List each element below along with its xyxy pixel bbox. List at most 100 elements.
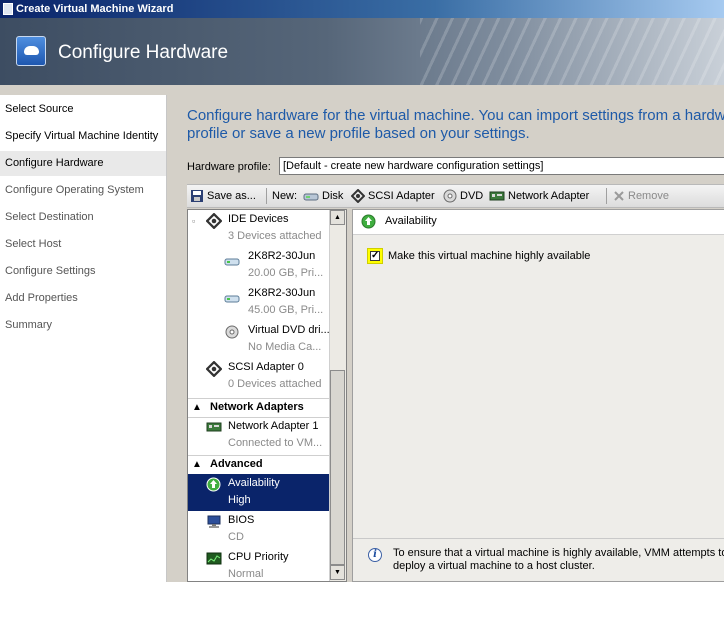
new-network-adapter-button[interactable]: Network Adapter xyxy=(489,185,589,207)
cpu-priority-sub: Normal xyxy=(228,568,264,580)
tree-item-availability[interactable]: Availability High xyxy=(188,474,331,511)
dvd-label: DVD xyxy=(460,190,484,202)
disk-icon xyxy=(303,193,319,201)
info-text: To ensure that a virtual machine is high… xyxy=(393,547,724,572)
window-title: Create Virtual Machine Wizard xyxy=(16,3,174,15)
new-disk-button[interactable]: Disk xyxy=(303,185,343,207)
collapse-icon[interactable]: ▫ xyxy=(192,216,195,226)
main-content: Configure hardware for the virtual machi… xyxy=(167,95,724,582)
ide-controller-icon xyxy=(206,213,222,229)
tree-item-scsi-adapter[interactable]: SCSI Adapter 0 0 Devices attached xyxy=(188,358,331,395)
availability-icon xyxy=(361,214,376,229)
new-scsi-adapter-button[interactable]: SCSI Adapter xyxy=(351,185,435,207)
ide-devices-sub: 3 Devices attached xyxy=(228,230,322,242)
hardware-toolbar: Save as... New: Disk SCSI Adapter DVD Ne… xyxy=(187,184,724,208)
advanced-header[interactable]: ▲ Advanced xyxy=(188,455,331,475)
dvd-sub: No Media Ca... xyxy=(248,341,322,353)
instructions-text: Configure hardware for the virtual machi… xyxy=(187,107,724,143)
disk-2-sub: 45.00 GB, Pri... xyxy=(248,304,324,316)
wizard-header: Configure Hardware xyxy=(0,18,724,85)
network-adapter-1-sub: Connected to VM... xyxy=(228,437,323,449)
step-select-host[interactable]: Select Host xyxy=(0,232,166,257)
network-adapter-icon xyxy=(206,422,222,432)
network-adapter-1-title: Network Adapter 1 xyxy=(228,420,319,432)
toolbar-separator xyxy=(266,188,267,204)
info-box: i To ensure that a virtual machine is hi… xyxy=(353,538,724,582)
remove-label: Remove xyxy=(628,190,669,202)
save-as-label: Save as... xyxy=(207,190,256,202)
bios-icon xyxy=(207,515,221,528)
ide-devices-title: IDE Devices xyxy=(228,213,289,225)
disk-1-title: 2K8R2-30Jun xyxy=(248,250,316,262)
availability-icon xyxy=(206,477,221,492)
scsi-adapter-label: SCSI Adapter xyxy=(368,190,435,202)
step-configure-os[interactable]: Configure Operating System xyxy=(0,178,166,203)
instructions-line-2: profile or save a new profile based on y… xyxy=(187,125,530,142)
tree-item-bios[interactable]: BIOS CD xyxy=(188,511,331,548)
new-dvd-button[interactable]: DVD xyxy=(443,185,483,207)
window-icon xyxy=(3,3,13,15)
step-select-source[interactable]: Select Source xyxy=(0,97,166,122)
dvd-title: Virtual DVD dri... xyxy=(248,324,330,336)
advanced-label: Advanced xyxy=(210,458,263,470)
network-adapter-icon xyxy=(489,191,505,201)
chevron-up-icon[interactable]: ▲ xyxy=(192,456,202,473)
cloud-server-icon xyxy=(16,36,46,66)
info-icon: i xyxy=(368,548,382,562)
cpu-priority-title: CPU Priority xyxy=(228,551,289,563)
network-adapters-header[interactable]: ▲ Network Adapters xyxy=(188,398,331,418)
hardware-profile-select[interactable]: [Default - create new hardware configura… xyxy=(279,157,724,175)
step-configure-hardware[interactable]: Configure Hardware xyxy=(0,151,166,176)
scroll-down-arrow-icon[interactable]: ▼ xyxy=(330,565,345,580)
step-specify-identity[interactable]: Specify Virtual Machine Identity xyxy=(0,124,166,149)
page-title: Configure Hardware xyxy=(58,42,229,63)
tree-item-virtual-dvd[interactable]: Virtual DVD dri... No Media Ca... xyxy=(188,321,331,358)
tree-scrollbar[interactable]: ▲ ▼ xyxy=(329,210,346,581)
cpu-priority-icon xyxy=(206,552,222,565)
tree-item-network-adapter-1[interactable]: Network Adapter 1 Connected to VM... xyxy=(188,417,331,454)
highly-available-checkbox[interactable]: ✓ xyxy=(367,248,383,264)
dvd-icon xyxy=(443,189,457,203)
tree-item-disk-1[interactable]: 2K8R2-30Jun 20.00 GB, Pri... xyxy=(188,247,331,284)
title-bar[interactable]: Create Virtual Machine Wizard xyxy=(0,0,724,18)
availability-sub: High xyxy=(228,494,251,506)
new-label: New: xyxy=(272,190,298,202)
step-configure-settings[interactable]: Configure Settings xyxy=(0,259,166,284)
dvd-drive-icon xyxy=(225,325,239,339)
scsi-adapter-icon xyxy=(351,189,365,204)
hard-disk-icon xyxy=(224,295,240,303)
scrollbar-thumb[interactable] xyxy=(330,370,345,565)
step-summary[interactable]: Summary xyxy=(0,313,166,338)
disk-label: Disk xyxy=(322,190,344,202)
details-title: Availability xyxy=(385,215,437,227)
scroll-up-arrow-icon[interactable]: ▲ xyxy=(330,210,345,225)
bios-sub: CD xyxy=(228,531,244,543)
step-add-properties[interactable]: Add Properties xyxy=(0,286,166,311)
hardware-profile-label: Hardware profile: xyxy=(187,161,271,173)
toolbar-separator xyxy=(606,188,607,204)
tree-item-disk-2[interactable]: 2K8R2-30Jun 45.00 GB, Pri... xyxy=(188,284,331,321)
header-decoration xyxy=(420,18,724,85)
highly-available-label[interactable]: Make this virtual machine highly availab… xyxy=(388,250,590,262)
details-header: Availability xyxy=(353,210,724,235)
availability-title: Availability xyxy=(228,477,280,489)
network-adapter-label: Network Adapter xyxy=(508,190,590,202)
wizard-steps-sidebar: Select Source Specify Virtual Machine Id… xyxy=(0,95,167,582)
step-select-destination[interactable]: Select Destination xyxy=(0,205,166,230)
bios-title: BIOS xyxy=(228,514,255,526)
chevron-up-icon[interactable]: ▲ xyxy=(192,399,202,416)
scsi-sub: 0 Devices attached xyxy=(228,378,322,390)
disk-1-sub: 20.00 GB, Pri... xyxy=(248,267,324,279)
wizard-window: Create Virtual Machine Wizard Configure … xyxy=(0,0,724,582)
scsi-title: SCSI Adapter 0 xyxy=(228,361,304,373)
remove-icon xyxy=(614,191,624,201)
scsi-adapter-icon xyxy=(206,361,222,377)
save-as-button[interactable]: Save as... xyxy=(190,185,256,207)
instructions-line-1: Configure hardware for the virtual machi… xyxy=(187,107,724,124)
tree-item-cpu-priority[interactable]: CPU Priority Normal xyxy=(188,548,331,581)
tree-item-ide-devices[interactable]: ▫ IDE Devices 3 Devices attached xyxy=(188,210,331,247)
remove-button[interactable]: Remove xyxy=(613,185,669,207)
save-icon xyxy=(191,190,203,203)
disk-2-title: 2K8R2-30Jun xyxy=(248,287,316,299)
hard-disk-icon xyxy=(224,258,240,266)
